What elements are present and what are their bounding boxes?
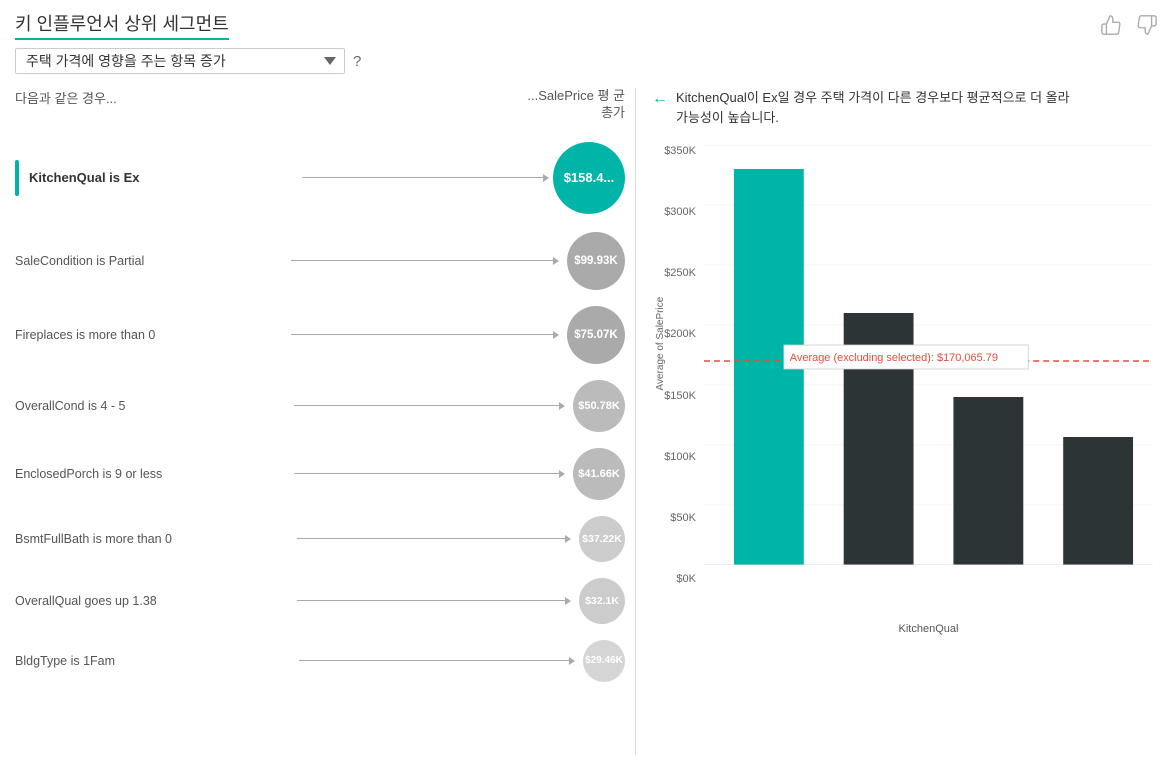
connector-line-1 [291, 260, 555, 261]
y-label-300k: $300K [664, 206, 696, 218]
key-item-label-6: OverallQual goes up 1.38 [15, 594, 285, 608]
bar-ta [953, 397, 1023, 565]
key-item-0[interactable]: KitchenQual is Ex $158.4... [15, 138, 625, 218]
bar-fa [1063, 437, 1133, 565]
left-panel: 다음과 같은 경우... ...SalePrice 평 균총가 KitchenQ… [15, 88, 635, 755]
key-item-label-3: OverallCond is 4 - 5 [15, 399, 282, 413]
key-item-1[interactable]: SaleCondition is Partial $99.93K [15, 228, 625, 294]
left-panel-header: 다음과 같은 경우... ...SalePrice 평 균총가 [15, 88, 625, 122]
value-bubble-5: $37.22K [579, 516, 625, 562]
y-label-100k: $100K [664, 451, 696, 463]
thumbs-up-button[interactable] [1097, 11, 1125, 39]
right-header-label: ...SalePrice 평 균총가 [527, 88, 625, 122]
key-item-5[interactable]: BsmtFullBath is more than 0 $37.22K [15, 512, 625, 566]
connector-line-6 [297, 600, 567, 601]
key-indicator-0 [15, 160, 19, 196]
content-area: 다음과 같은 경우... ...SalePrice 평 균총가 KitchenQ… [15, 88, 1161, 755]
connector-line-3 [294, 405, 561, 406]
title-section: 키 인플루언서 상위 세그먼트 [15, 10, 229, 40]
back-arrow-button[interactable]: ← [652, 90, 668, 108]
connector-line-7 [299, 660, 571, 661]
y-label-350k: $350K [664, 145, 696, 157]
key-item-7[interactable]: BldgType is 1Fam $29.46K [15, 636, 625, 686]
header-row: 키 인플루언서 상위 세그먼트 [15, 10, 1161, 40]
help-icon[interactable]: ? [353, 53, 361, 70]
key-item-2[interactable]: Fireplaces is more than 0 $75.07K [15, 302, 625, 368]
influence-dropdown[interactable]: 주택 가격에 영향을 주는 항목 증가 [15, 48, 345, 74]
key-item-3[interactable]: OverallCond is 4 - 5 $50.78K [15, 376, 625, 436]
chart-container: $350K $300K $250K $200K $150K $100K $50K… [652, 145, 1153, 635]
left-header-label: 다음과 같은 경우... [15, 88, 117, 107]
key-item-6[interactable]: OverallQual goes up 1.38 $32.1K [15, 574, 625, 628]
connector-line-2 [291, 334, 555, 335]
connector-line-4 [294, 473, 561, 474]
header-icons [1097, 11, 1161, 39]
key-item-label-4: EnclosedPorch is 9 or less [15, 467, 282, 481]
thumbs-down-button[interactable] [1133, 11, 1161, 39]
y-label-0k: $0K [676, 573, 696, 585]
dropdown-row: 주택 가격에 영향을 주는 항목 증가 ? [15, 48, 1161, 74]
key-item-label-1: SaleCondition is Partial [15, 254, 279, 268]
key-item-4[interactable]: EnclosedPorch is 9 or less $41.66K [15, 444, 625, 504]
right-panel: ← KitchenQual이 Ex일 경우 주택 가격이 다른 경우보다 평균적… [635, 88, 1161, 755]
y-axis-title: Average of SalePrice [655, 390, 666, 391]
right-panel-header: ← KitchenQual이 Ex일 경우 주택 가격이 다른 경우보다 평균적… [652, 88, 1153, 127]
value-bubble-3: $50.78K [573, 380, 625, 432]
right-panel-title: KitchenQual이 Ex일 경우 주택 가격이 다른 경우보다 평균적으로… [676, 88, 1070, 127]
page-title: 키 인플루언서 상위 세그먼트 [15, 10, 229, 40]
connector-line-0 [302, 177, 545, 178]
y-label-50k: $50K [670, 512, 696, 524]
value-bubble-7: $29.46K [583, 640, 625, 682]
svg-text:Average (excluding selected):: Average (excluding selected): $170,065.7… [790, 352, 998, 364]
value-bubble-0: $158.4... [553, 142, 625, 214]
main-container: 키 인플루언서 상위 세그먼트 주택 가격에 영향을 주는 항목 증가 ? [0, 0, 1176, 767]
y-label-250k: $250K [664, 267, 696, 279]
y-label-200k: $200K [664, 328, 696, 340]
key-item-label-0: KitchenQual is Ex [29, 170, 272, 185]
bar-chart-svg: Average (excluding selected): $170,065.7… [704, 145, 1153, 565]
key-item-label-5: BsmtFullBath is more than 0 [15, 532, 285, 546]
connector-line-5 [297, 538, 567, 539]
y-label-150k: $150K [664, 390, 696, 402]
key-item-label-7: BldgType is 1Fam [15, 654, 287, 668]
x-axis-title: KitchenQual [704, 623, 1153, 635]
value-bubble-4: $41.66K [573, 448, 625, 500]
value-bubble-1: $99.93K [567, 232, 625, 290]
sub-items: SaleCondition is Partial $99.93K Firepla… [15, 228, 625, 686]
value-bubble-2: $75.07K [567, 306, 625, 364]
key-item-label-2: Fireplaces is more than 0 [15, 328, 279, 342]
value-bubble-6: $32.1K [579, 578, 625, 624]
